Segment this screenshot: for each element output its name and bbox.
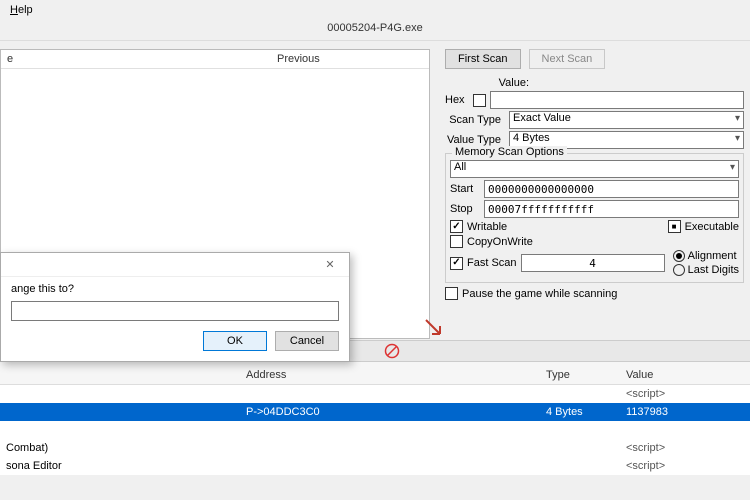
table-row[interactable]: P->04DDC3C0 4 Bytes 1137983 xyxy=(0,403,750,421)
stop-label: Stop xyxy=(450,203,480,215)
dialog-value-input[interactable] xyxy=(11,301,339,321)
window-title: 00005204-P4G.exe xyxy=(0,20,750,40)
dialog-prompt: ange this to? xyxy=(11,283,339,295)
memory-scan-options: Memory Scan Options All Start Stop Writa… xyxy=(445,153,744,283)
alignment-radio[interactable] xyxy=(673,250,685,262)
copyonwrite-checkbox[interactable] xyxy=(450,235,463,248)
results-col-value[interactable]: e xyxy=(1,50,271,68)
memory-scan-options-title: Memory Scan Options xyxy=(452,146,567,158)
last-digits-label: Last Digits xyxy=(688,264,739,276)
menubar: HHelpelp xyxy=(0,0,750,20)
value-label: Value: xyxy=(445,77,533,89)
ok-button[interactable]: OK xyxy=(203,331,267,351)
executable-label: Executable xyxy=(685,221,739,233)
fast-scan-label: Fast Scan xyxy=(467,257,517,269)
next-scan-button: Next Scan xyxy=(529,49,606,69)
value-type-label: Value Type xyxy=(445,134,505,146)
menu-help[interactable]: HHelpelp xyxy=(6,2,37,18)
fast-scan-checkbox[interactable] xyxy=(450,257,463,270)
table-row[interactable] xyxy=(0,421,750,439)
change-value-dialog: ✕ ange this to? OK Cancel xyxy=(0,252,350,362)
no-entry-icon xyxy=(382,341,402,361)
stop-address-input[interactable] xyxy=(484,200,739,218)
scan-value-input[interactable] xyxy=(490,91,744,109)
cheat-table-rows[interactable]: <script> P->04DDC3C0 4 Bytes 1137983 Com… xyxy=(0,385,750,475)
copyonwrite-label: CopyOnWrite xyxy=(467,236,533,248)
pause-game-label: Pause the game while scanning xyxy=(462,288,617,300)
hex-checkbox[interactable] xyxy=(473,94,486,107)
scan-controls: First Scan Next Scan Value: Hex Scan Typ… xyxy=(445,49,750,302)
col-value[interactable]: Value xyxy=(620,366,750,384)
writable-label: Writable xyxy=(467,221,507,233)
executable-checkbox[interactable] xyxy=(668,220,681,233)
scan-type-label: Scan Type xyxy=(445,114,505,126)
scan-results-header: e Previous xyxy=(1,50,429,69)
start-label: Start xyxy=(450,183,480,195)
table-row[interactable]: <script> xyxy=(0,385,750,403)
results-col-previous[interactable]: Previous xyxy=(271,50,429,68)
add-to-list-arrow-icon[interactable] xyxy=(424,318,442,336)
col-type[interactable]: Type xyxy=(540,366,620,384)
col-address[interactable]: Address xyxy=(240,366,540,384)
start-address-input[interactable] xyxy=(484,180,739,198)
writable-checkbox[interactable] xyxy=(450,220,463,233)
table-row[interactable]: Combat) <script> xyxy=(0,439,750,457)
fast-scan-value-input[interactable] xyxy=(521,254,665,272)
scan-type-select[interactable]: Exact Value xyxy=(509,111,744,129)
last-digits-radio[interactable] xyxy=(673,264,685,276)
pause-game-checkbox[interactable] xyxy=(445,287,458,300)
first-scan-button[interactable]: First Scan xyxy=(445,49,521,69)
close-icon[interactable]: ✕ xyxy=(315,255,345,275)
alignment-label: Alignment xyxy=(688,250,737,262)
cancel-button[interactable]: Cancel xyxy=(275,331,339,351)
table-row[interactable]: sona Editor <script> xyxy=(0,457,750,475)
col-description[interactable] xyxy=(0,366,240,384)
memory-region-select[interactable]: All xyxy=(450,160,739,178)
cheat-table-header: Address Type Value xyxy=(0,362,750,385)
hex-label: Hex xyxy=(445,94,469,106)
